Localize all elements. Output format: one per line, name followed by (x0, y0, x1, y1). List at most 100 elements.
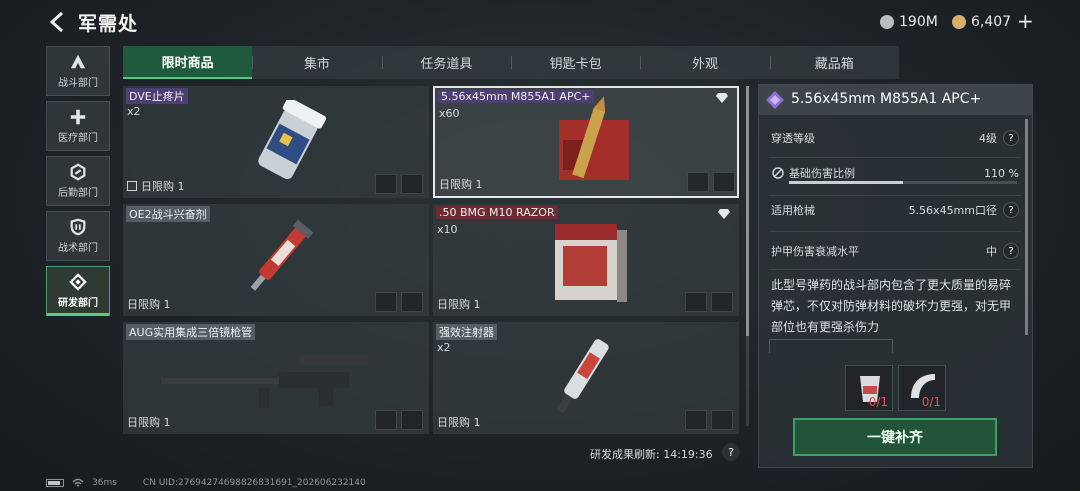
rifle-barrel-icon (161, 354, 369, 408)
ammo-box-icon (559, 96, 629, 180)
sidebar-item-logistics[interactable]: 后勤部门 (46, 156, 110, 206)
auto-fill-button[interactable]: 一键补齐 (793, 418, 997, 456)
stat-label: 护甲伤害衰减水平 (771, 245, 859, 258)
divider (769, 195, 1021, 196)
rarity-gem-icon (766, 91, 784, 109)
divider (769, 269, 1021, 270)
stat-label: 穿透等级 (771, 132, 815, 145)
status-footer: 36ms CN UID:276942746988268316​91_202606… (46, 478, 366, 488)
help-icon[interactable]: ? (1003, 130, 1019, 146)
shield-icon (70, 218, 86, 236)
page-title: 军需处 (78, 13, 139, 35)
damage-bar-fill (789, 181, 903, 184)
tab-appearance[interactable]: 外观 (640, 46, 769, 79)
item-limit: 日限购 1 (127, 178, 185, 194)
item-card[interactable]: .50 BMG M10 RAZOR x10 日限购 1 (433, 204, 739, 316)
required-item-slot[interactable]: 0/1 (898, 365, 946, 411)
damage-bar (789, 181, 1017, 184)
sidebar-item-medical[interactable]: 医疗部门 (46, 101, 110, 151)
item-count: x2 (437, 341, 451, 354)
item-name: 5.56x45mm M855A1 APC+ (438, 90, 594, 103)
gold-currency: 6,407 (952, 12, 1011, 32)
ammo-box-icon (555, 224, 627, 302)
divider (769, 157, 1021, 158)
diamond-icon (716, 93, 728, 103)
tag-icon (401, 174, 423, 194)
item-card[interactable]: 强效注射器 x2 日限购 1 (433, 322, 739, 434)
medical-cross-icon (70, 109, 86, 125)
silver-currency: 190M (880, 12, 938, 32)
help-icon[interactable]: ? (1003, 202, 1019, 218)
divider (769, 231, 1021, 232)
logistics-icon (70, 163, 86, 181)
injector-icon (556, 339, 609, 414)
silver-coin-icon (880, 15, 894, 29)
sidebar-item-combat[interactable]: 战斗部门 (46, 46, 110, 96)
refresh-timer: 研发成果刷新: 14:19:36 (590, 448, 713, 461)
refresh-help-button[interactable]: ? (722, 443, 740, 461)
tab-market[interactable]: 集市 (252, 46, 381, 79)
sidebar-item-research[interactable]: 研发部门 (46, 266, 110, 316)
tab-keycards[interactable]: 钥匙卡包 (510, 46, 640, 79)
item-name: AUG实用集成三倍镜枪管 (126, 324, 256, 340)
item-name: DVE止疼片 (126, 88, 188, 104)
tab-collection-box[interactable]: 藏品箱 (769, 46, 899, 79)
tab-limited[interactable]: 限时商品 (123, 46, 253, 79)
item-detail-panel: 5.56x45mm M855A1 APC+ 穿透等级 4级 ? 基础伤害比例 1… (758, 84, 1033, 468)
item-limit-label: 日限购 1 (141, 180, 185, 193)
required-item-slot[interactable]: 0/1 (845, 365, 893, 411)
tag-icon (401, 292, 423, 312)
gold-amount: 6,407 (971, 14, 1012, 30)
description-fade (769, 339, 893, 353)
ping-text: 36ms (92, 478, 117, 488)
tag-icon (687, 172, 709, 192)
sidebar-item-label: 后勤部门 (58, 188, 98, 199)
item-card[interactable]: DVE止疼片 x2 日限购 1 (123, 86, 429, 198)
tag-icon (711, 292, 733, 312)
item-count: x60 (439, 107, 460, 120)
item-name: OE2战斗兴奋剂 (126, 206, 210, 222)
sidebar-item-label: 研发部门 (58, 298, 98, 309)
sidebar-item-tactical[interactable]: 战术部门 (46, 211, 110, 261)
uid-text: CN UID:276942746988268316​91_20260623214… (142, 478, 366, 488)
help-icon[interactable]: ? (1003, 243, 1019, 259)
detail-scrollbar[interactable] (1025, 119, 1028, 335)
tag-icon (685, 410, 707, 430)
combat-icon (70, 54, 86, 69)
item-name: .50 BMG M10 RAZOR (436, 206, 558, 219)
stat-penetration: 穿透等级 4级 ? (771, 125, 1019, 151)
tag-icon (375, 174, 397, 194)
add-currency-button[interactable]: + (1017, 9, 1034, 33)
wifi-icon (72, 478, 84, 487)
required-count: 0/1 (921, 395, 941, 409)
tag-icon (401, 410, 423, 430)
tab-quest-items[interactable]: 任务道具 (381, 46, 511, 79)
chevron-left-icon (49, 11, 64, 33)
tag-icon (685, 292, 707, 312)
item-card-selected[interactable]: 5.56x45mm M855A1 APC+ x60 日限购 1 (433, 86, 739, 198)
item-limit: 日限购 1 (127, 416, 171, 429)
no-clock-icon (127, 181, 137, 191)
stat-value: 4级 (979, 132, 997, 145)
tab-bar: 限时商品 集市 任务道具 钥匙卡包 外观 藏品箱 (123, 46, 899, 79)
item-card[interactable]: AUG实用集成三倍镜枪管 日限购 1 (123, 322, 429, 434)
item-card[interactable]: OE2战斗兴奋剂 日限购 1 (123, 204, 429, 316)
damage-icon (772, 167, 784, 179)
sidebar-item-label: 战术部门 (58, 243, 98, 254)
sidebar-item-label: 战斗部门 (58, 78, 98, 89)
tag-icon (375, 410, 397, 430)
stat-armor-damage-falloff: 护甲伤害衰减水平 中 ? (771, 238, 1019, 264)
item-count: x2 (127, 105, 141, 118)
sidebar-item-label: 医疗部门 (58, 133, 98, 144)
stat-value: 110 % (984, 166, 1019, 180)
grid-scrollbar-thumb[interactable] (746, 86, 749, 336)
stat-value: 中 (986, 245, 997, 258)
back-button[interactable] (46, 10, 70, 34)
detail-header: 5.56x45mm M855A1 APC+ (759, 85, 1032, 115)
syringe-icon (250, 219, 314, 291)
silver-amount: 190M (899, 14, 938, 30)
detail-title: 5.56x45mm M855A1 APC+ (791, 91, 982, 107)
item-description: 此型号弹药的战斗部内包含了更大质量的易碎弹芯，不仅对防弹材料的破坏力更强，对无甲… (771, 278, 1012, 334)
item-limit: 日限购 1 (437, 298, 481, 311)
item-limit: 日限购 1 (127, 298, 171, 311)
